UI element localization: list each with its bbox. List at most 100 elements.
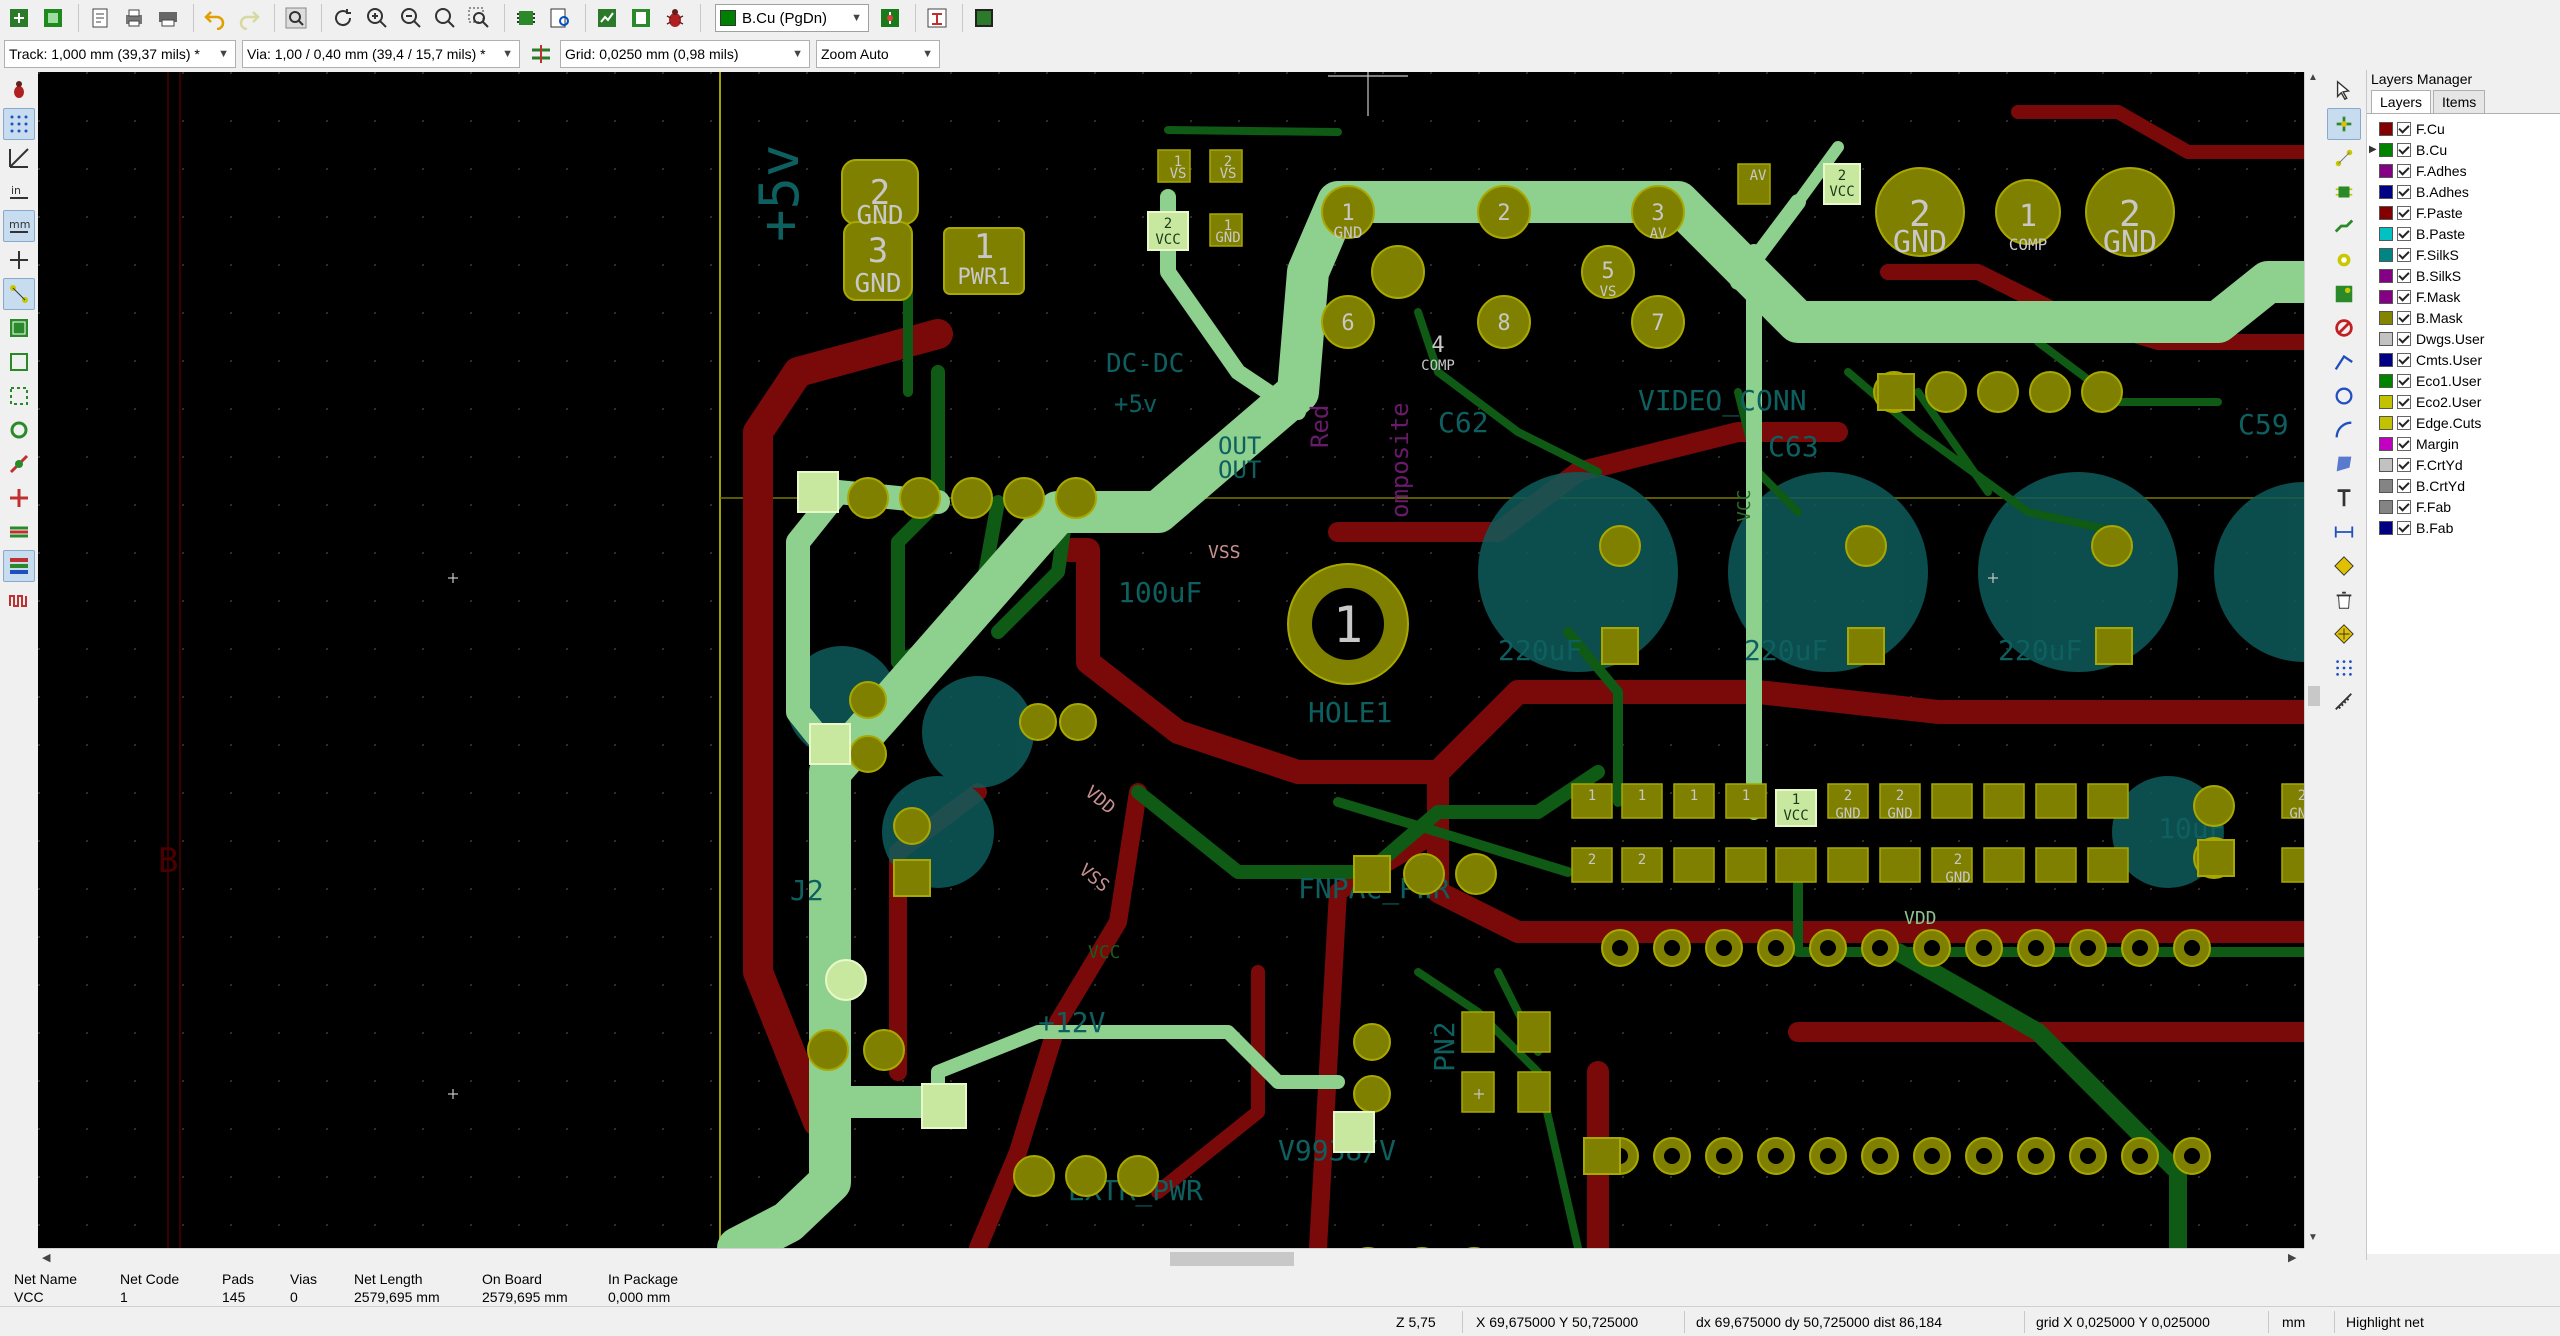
layer-visibility-checkbox[interactable] (2397, 268, 2411, 283)
scroll-down-icon[interactable]: ▼ (2308, 1232, 2318, 1243)
layer-row[interactable]: F.Mask (2367, 286, 2560, 307)
add-polygon-icon[interactable] (2327, 448, 2361, 480)
page-settings-icon[interactable] (85, 3, 115, 33)
update-pcb-icon[interactable] (592, 3, 622, 33)
netlist-icon[interactable] (626, 3, 656, 33)
layer-visibility-checkbox[interactable] (2397, 121, 2411, 136)
undo-icon[interactable] (200, 3, 230, 33)
add-target-icon[interactable] (2327, 550, 2361, 582)
zone-sketch-icon[interactable] (3, 380, 35, 412)
layer-visibility-checkbox[interactable] (2397, 373, 2411, 388)
track-width-select[interactable]: Track: 1,000 mm (39,37 mils) * ▼ (4, 40, 236, 68)
layer-color-swatch[interactable] (2379, 310, 2393, 325)
add-zone-icon[interactable] (2327, 278, 2361, 310)
layer-row[interactable]: B.Paste (2367, 223, 2560, 244)
layer-visibility-checkbox[interactable] (2397, 247, 2411, 262)
terminal-icon[interactable] (969, 3, 999, 33)
layer-color-swatch[interactable] (2379, 142, 2393, 157)
zoom-selection-icon[interactable] (464, 3, 494, 33)
zoom-fit-icon[interactable] (430, 3, 460, 33)
print-icon[interactable] (119, 3, 149, 33)
layer-row[interactable]: F.Paste (2367, 202, 2560, 223)
cursor-shape-icon[interactable] (3, 244, 35, 276)
layer-row[interactable]: Dwgs.User (2367, 328, 2560, 349)
zoom-select[interactable]: Zoom Auto ▼ (816, 40, 940, 68)
vertical-scrollbar[interactable]: ▲ ▼ (2304, 72, 2322, 1248)
layer-color-swatch[interactable] (2379, 205, 2393, 220)
layer-visibility-checkbox[interactable] (2397, 520, 2411, 535)
add-footprint-icon[interactable] (2327, 176, 2361, 208)
layer-color-swatch[interactable] (2379, 457, 2393, 472)
horizontal-scrollbar[interactable]: ◀ ▶ (38, 1248, 2304, 1268)
layer-visibility-checkbox[interactable] (2397, 226, 2411, 241)
inch-units-icon[interactable]: in (3, 176, 35, 208)
redraw-icon[interactable] (328, 3, 358, 33)
layer-visibility-checkbox[interactable] (2397, 415, 2411, 430)
via-sketch-icon[interactable] (3, 448, 35, 480)
microwave-toolbar-icon[interactable] (3, 584, 35, 616)
grid-origin-icon[interactable] (2327, 652, 2361, 684)
add-line-icon[interactable] (2327, 346, 2361, 378)
layer-visibility-checkbox[interactable] (2397, 142, 2411, 157)
grid-toggle-icon[interactable] (3, 108, 35, 140)
layer-row[interactable]: B.Mask (2367, 307, 2560, 328)
highlight-net-icon[interactable] (2327, 108, 2361, 140)
auto-track-width-icon[interactable] (526, 39, 556, 69)
layers-manager-toggle-icon[interactable] (3, 550, 35, 582)
layer-color-swatch[interactable] (2379, 268, 2393, 283)
layer-color-swatch[interactable] (2379, 331, 2393, 346)
scripting-console-icon[interactable] (922, 3, 952, 33)
set-origin-icon[interactable] (2327, 618, 2361, 650)
mm-units-icon[interactable]: mm (3, 210, 35, 242)
pad-sketch-icon[interactable] (3, 414, 35, 446)
layer-color-swatch[interactable] (2379, 478, 2393, 493)
layer-color-swatch[interactable] (2379, 520, 2393, 535)
footprint-viewer-icon[interactable] (545, 3, 575, 33)
pcb-canvas[interactable]: +5v DC-DC +5v OUT OUT 100uF C62 VIDEO_CO… (38, 72, 2304, 1248)
track-sketch-icon[interactable] (3, 482, 35, 514)
via-size-select[interactable]: Via: 1,00 / 0,40 mm (39,4 / 15,7 mils) *… (242, 40, 520, 68)
add-arc-icon[interactable] (2327, 414, 2361, 446)
drc-icon[interactable] (660, 3, 690, 33)
layer-visibility-checkbox[interactable] (2397, 352, 2411, 367)
zone-fill-icon[interactable] (3, 312, 35, 344)
layer-visibility-checkbox[interactable] (2397, 457, 2411, 472)
scroll-left-icon[interactable]: ◀ (42, 1251, 50, 1264)
scroll-up-icon[interactable]: ▲ (2308, 72, 2318, 83)
layer-visibility-checkbox[interactable] (2397, 310, 2411, 325)
layer-row[interactable]: F.Cu (2367, 118, 2560, 139)
zoom-out-icon[interactable] (396, 3, 426, 33)
layer-row[interactable]: Cmts.User (2367, 349, 2560, 370)
layer-visibility-checkbox[interactable] (2397, 163, 2411, 178)
add-keepout-icon[interactable] (2327, 312, 2361, 344)
route-track-icon[interactable] (2327, 210, 2361, 242)
layer-color-swatch[interactable] (2379, 163, 2393, 178)
layer-row[interactable]: F.SilkS (2367, 244, 2560, 265)
add-dimension-icon[interactable] (2327, 516, 2361, 548)
select-arrow-icon[interactable] (2327, 74, 2361, 106)
layer-color-swatch[interactable] (2379, 352, 2393, 367)
footprint-editor-icon[interactable] (511, 3, 541, 33)
layer-row[interactable]: Eco1.User (2367, 370, 2560, 391)
layer-row[interactable]: F.Fab (2367, 496, 2560, 517)
layer-visibility-checkbox[interactable] (2397, 478, 2411, 493)
drc-off-icon[interactable] (3, 74, 35, 106)
layer-row[interactable]: Margin (2367, 433, 2560, 454)
layer-visibility-checkbox[interactable] (2397, 436, 2411, 451)
layer-row[interactable]: B.Fab (2367, 517, 2560, 538)
tab-items[interactable]: Items (2433, 90, 2486, 113)
add-text-icon[interactable] (2327, 482, 2361, 514)
layer-row[interactable]: Eco2.User (2367, 391, 2560, 412)
vertical-scroll-thumb[interactable] (2308, 686, 2320, 706)
scroll-right-icon[interactable]: ▶ (2288, 1251, 2296, 1264)
layer-visibility-checkbox[interactable] (2397, 394, 2411, 409)
add-via-icon[interactable] (2327, 244, 2361, 276)
layer-color-swatch[interactable] (2379, 247, 2393, 262)
layer-visibility-checkbox[interactable] (2397, 184, 2411, 199)
layer-visibility-checkbox[interactable] (2397, 499, 2411, 514)
show-ratsnest-icon[interactable] (3, 278, 35, 310)
tab-layers[interactable]: Layers (2371, 90, 2432, 113)
redo-icon[interactable] (234, 3, 264, 33)
add-circle-icon[interactable] (2327, 380, 2361, 412)
high-contrast-icon[interactable] (3, 516, 35, 548)
